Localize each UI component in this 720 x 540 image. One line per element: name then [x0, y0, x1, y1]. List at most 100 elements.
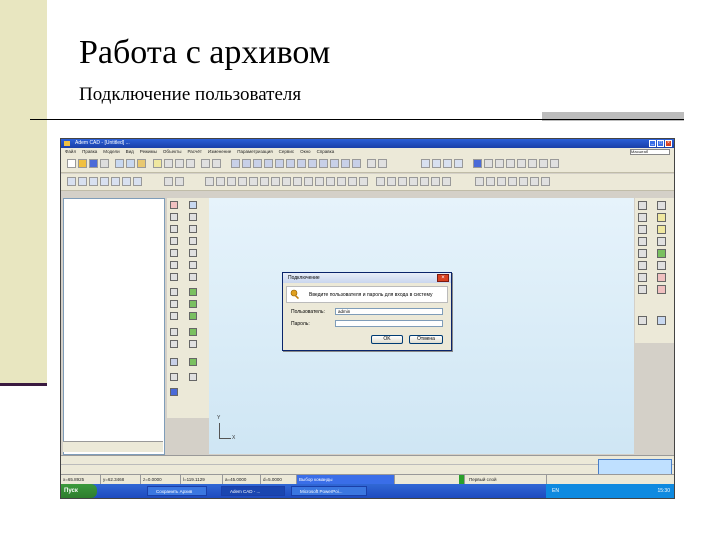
fit-icon[interactable]	[201, 159, 210, 168]
menu-item-calc[interactable]: Расчёт	[187, 148, 201, 156]
task-archive[interactable]: Сохранить Архив	[147, 486, 207, 496]
view-section-icon[interactable]	[319, 159, 328, 168]
refresh-icon[interactable]	[539, 159, 548, 168]
tool-sketch-icon[interactable]	[170, 328, 178, 336]
export-icon[interactable]	[541, 177, 550, 186]
tool-section-view-icon[interactable]	[189, 358, 197, 366]
save-icon[interactable]	[89, 159, 98, 168]
tool-detail-icon[interactable]	[170, 373, 178, 381]
dim-style-icon[interactable]	[122, 177, 131, 186]
tree-icon[interactable]	[506, 159, 515, 168]
menu-item-view[interactable]: Вид	[126, 148, 134, 156]
rtool-polygon-icon[interactable]	[638, 237, 647, 246]
rtool-delete-icon[interactable]	[657, 273, 666, 282]
text-style-icon[interactable]	[111, 177, 120, 186]
layer-manager-icon[interactable]	[89, 177, 98, 186]
table-icon[interactable]	[475, 177, 484, 186]
report-icon[interactable]	[530, 177, 539, 186]
ok-button[interactable]: OK	[371, 335, 403, 344]
print-icon[interactable]	[100, 159, 109, 168]
tool-revolve-icon[interactable]	[189, 225, 197, 233]
pan-icon[interactable]	[186, 159, 195, 168]
close-button[interactable]: ×	[665, 140, 672, 147]
tool-blend-icon[interactable]	[189, 300, 197, 308]
copy-icon[interactable]	[126, 159, 135, 168]
line-icon[interactable]	[205, 177, 214, 186]
tool-constraint-icon[interactable]	[189, 328, 197, 336]
password-field[interactable]	[335, 320, 443, 327]
view-shade-icon[interactable]	[286, 159, 295, 168]
scale-select[interactable]: Масштаб	[630, 149, 670, 155]
tool-snap-icon[interactable]	[189, 340, 197, 348]
open-file-icon[interactable]	[78, 159, 87, 168]
filter-icon[interactable]	[528, 159, 537, 168]
bom-icon[interactable]	[519, 177, 528, 186]
new-file-icon[interactable]	[67, 159, 76, 168]
rtool-mirror-icon[interactable]	[638, 261, 647, 270]
task-powerpoint[interactable]: Microsoft PowerPoi...	[291, 486, 367, 496]
help-icon[interactable]	[550, 159, 559, 168]
view-wire-icon[interactable]	[297, 159, 306, 168]
zoom-out-icon[interactable]	[175, 159, 184, 168]
link-icon[interactable]	[443, 159, 452, 168]
model-tree-icon[interactable]	[78, 177, 87, 186]
radius-dim-icon[interactable]	[398, 177, 407, 186]
tool-trim-surface-icon[interactable]	[170, 312, 178, 320]
disconnect-icon[interactable]	[495, 159, 504, 168]
fillet-icon[interactable]	[304, 177, 313, 186]
rtool-text-icon[interactable]	[657, 285, 666, 294]
rtool-tangent-icon[interactable]	[657, 249, 666, 258]
paste-icon[interactable]	[137, 159, 146, 168]
connect-icon[interactable]	[484, 159, 493, 168]
stamp-icon[interactable]	[497, 177, 506, 186]
arc-icon[interactable]	[238, 177, 247, 186]
tool-box-icon[interactable]	[170, 213, 178, 221]
chamfer-icon[interactable]	[315, 177, 324, 186]
tool-sew-icon[interactable]	[189, 312, 197, 320]
rotate-icon[interactable]	[212, 159, 221, 168]
menu-item-edit[interactable]: Правка	[82, 148, 97, 156]
tool-save-view-icon[interactable]	[170, 388, 178, 396]
tool-projection-icon[interactable]	[189, 373, 197, 381]
view-material-icon[interactable]	[352, 159, 361, 168]
archive-icon[interactable]	[473, 159, 482, 168]
tool-hole-icon[interactable]	[170, 249, 178, 257]
circle-icon[interactable]	[227, 177, 236, 186]
library-icon[interactable]	[100, 177, 109, 186]
properties-icon[interactable]	[67, 177, 76, 186]
model-tree-panel[interactable]	[63, 198, 165, 455]
property-icon[interactable]	[432, 159, 441, 168]
menu-item-service[interactable]: Сервис	[279, 148, 294, 156]
menu-item-file[interactable]: Файл	[65, 148, 76, 156]
view-front-icon[interactable]	[231, 159, 240, 168]
rtool-dim-icon[interactable]	[638, 285, 647, 294]
rtool-line-icon[interactable]	[638, 201, 647, 210]
frame-icon[interactable]	[486, 177, 495, 186]
zoom-in-icon[interactable]	[164, 159, 173, 168]
rtool-snap-grid-icon[interactable]	[657, 316, 666, 325]
tool-grid-icon[interactable]	[170, 340, 178, 348]
view-side-icon[interactable]	[253, 159, 262, 168]
menu-item-window[interactable]: Окно	[300, 148, 310, 156]
tolerance-icon[interactable]	[409, 177, 418, 186]
rtool-ellipse-icon[interactable]	[638, 225, 647, 234]
tool-cyl-icon[interactable]	[189, 213, 197, 221]
tool-subtract-icon[interactable]	[189, 261, 197, 269]
offset-icon[interactable]	[271, 177, 280, 186]
minimize-button[interactable]: _	[649, 140, 656, 147]
view-3d-icon[interactable]	[275, 159, 284, 168]
hatch-icon[interactable]	[133, 177, 142, 186]
task-adem-cad[interactable]: Adem CAD - ...	[221, 486, 285, 496]
rtool-circle-icon[interactable]	[638, 213, 647, 222]
view-hidden-icon[interactable]	[308, 159, 317, 168]
panel-tabs[interactable]	[63, 441, 163, 452]
menu-item-modes[interactable]: Режимы	[140, 148, 157, 156]
polyline-icon[interactable]	[260, 177, 269, 186]
user-field[interactable]: admin	[335, 308, 443, 315]
rtool-rect-icon[interactable]	[657, 201, 666, 210]
pencil-icon[interactable]	[153, 159, 162, 168]
rtool-grid-icon[interactable]	[638, 316, 647, 325]
tool-patch-icon[interactable]	[170, 300, 178, 308]
move-icon[interactable]	[348, 177, 357, 186]
cut-icon[interactable]	[115, 159, 124, 168]
